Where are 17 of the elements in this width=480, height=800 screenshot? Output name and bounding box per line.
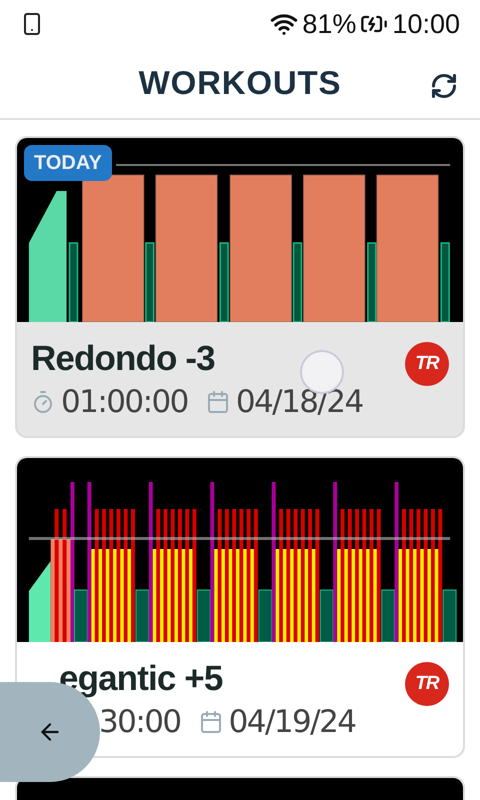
page-title: WORKOUTS: [138, 63, 342, 104]
today-badge: TODAY: [24, 145, 112, 181]
workout-title: egantic +5: [59, 658, 222, 700]
trainer-logo: TR: [405, 662, 449, 706]
clock-time: 10:00: [392, 8, 460, 41]
calendar-icon: [198, 710, 223, 734]
workout-title: Redondo -3: [31, 338, 215, 380]
workout-duration: 30:00: [99, 703, 181, 742]
refresh-icon: [430, 72, 458, 100]
workout-card[interactable]: TODAY Redondo -3 01:00:00 04/18/24 TR: [15, 136, 465, 438]
calendar-icon: [206, 390, 230, 414]
workout-date: 04/18/24: [236, 383, 363, 422]
workout-card[interactable]: egantic +5 30:00 04/19/24 TR: [15, 456, 465, 758]
trainer-logo: TR: [405, 342, 449, 386]
battery-percentage: 81%: [302, 8, 356, 41]
workout-date: 04/19/24: [228, 703, 356, 742]
workout-duration: 01:00:00: [61, 383, 188, 422]
